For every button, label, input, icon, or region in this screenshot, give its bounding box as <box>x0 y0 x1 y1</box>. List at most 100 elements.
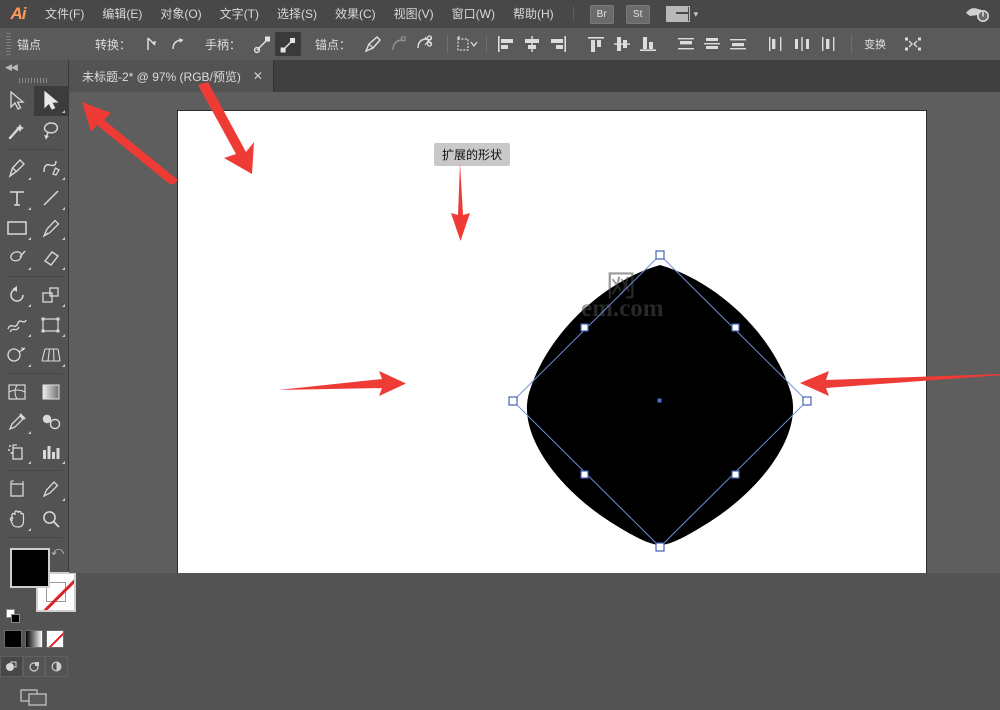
distribute-top-icon[interactable] <box>673 32 699 56</box>
eyedropper-tool[interactable] <box>0 407 34 437</box>
default-fill-stroke-icon[interactable] <box>6 609 21 624</box>
bridge-button[interactable]: Br <box>589 4 614 24</box>
draw-normal-icon[interactable] <box>0 656 23 677</box>
mesh-tool[interactable] <box>0 377 34 407</box>
shape-builder-tool[interactable] <box>0 340 34 370</box>
menu-select[interactable]: 选择(S) <box>268 0 326 28</box>
zoom-tool[interactable] <box>34 504 68 534</box>
align-right-icon[interactable] <box>545 32 571 56</box>
canvas-area[interactable]: 网 em.com 扩展的形状 <box>69 92 1000 573</box>
slice-tool[interactable] <box>34 474 68 504</box>
type-tool[interactable] <box>0 183 34 213</box>
tool-more-indicator <box>28 237 31 240</box>
change-screen-mode-icon[interactable] <box>19 687 49 710</box>
hide-handles-icon[interactable] <box>275 32 302 56</box>
menu-view[interactable]: 视图(V) <box>385 0 443 28</box>
align-bottom-icon[interactable] <box>635 32 661 56</box>
menu-help[interactable]: 帮助(H) <box>504 0 563 28</box>
paintbrush-tool[interactable] <box>34 213 68 243</box>
tools-panel-grip[interactable] <box>0 74 68 86</box>
anchor-bottom <box>655 542 665 552</box>
control-divider-3 <box>851 35 853 53</box>
convert-to-corner-icon[interactable] <box>139 32 165 56</box>
rotate-tool[interactable] <box>0 280 34 310</box>
menu-window[interactable]: 窗口(W) <box>443 0 504 28</box>
close-icon[interactable]: ✕ <box>253 69 263 83</box>
draw-inside-icon[interactable] <box>45 656 69 677</box>
selection-tool[interactable] <box>0 86 34 116</box>
lasso-tool[interactable] <box>34 116 68 146</box>
artboard[interactable]: 网 em.com 扩展的形状 <box>177 110 1000 573</box>
free-transform-tool[interactable] <box>34 310 68 340</box>
align-vertical-center-icon[interactable] <box>609 32 635 56</box>
center-point <box>657 398 662 403</box>
menu-edit[interactable]: 编辑(E) <box>93 0 151 28</box>
transform-button[interactable]: 变换 <box>858 32 892 56</box>
pen-tool[interactable] <box>0 153 34 183</box>
selected-shape-group[interactable]: 网 em.com <box>508 250 812 552</box>
curvature-tool[interactable] <box>34 153 68 183</box>
perspective-grid-tool[interactable] <box>34 340 68 370</box>
distribute-bottom-icon[interactable] <box>725 32 751 56</box>
remove-anchor-icon[interactable] <box>359 32 385 56</box>
distribute-horizontal-center-icon[interactable] <box>789 32 815 56</box>
tool-more-indicator <box>62 207 65 210</box>
convert-label: 转换： <box>95 37 132 52</box>
handles-group <box>249 32 302 56</box>
workspace-switcher[interactable]: ▾ <box>665 6 698 22</box>
menu-object[interactable]: 对象(O) <box>151 0 210 28</box>
align-top-icon[interactable] <box>583 32 609 56</box>
isolate-selected-icon[interactable] <box>454 32 480 56</box>
stock-button[interactable]: St <box>625 4 650 24</box>
anchor-label: 锚点： <box>315 37 352 52</box>
cloud-sync-icon[interactable] <box>964 4 990 25</box>
magic-wand-tool[interactable] <box>0 116 34 146</box>
width-tool[interactable] <box>0 310 34 340</box>
anchor-top-left <box>580 323 589 332</box>
swap-fill-stroke-icon[interactable]: ⤺ <box>51 544 64 559</box>
rectangle-tool[interactable] <box>0 213 34 243</box>
color-mode-group <box>0 630 68 648</box>
reshape-icon[interactable] <box>900 32 926 56</box>
menu-file[interactable]: 文件(F) <box>36 0 93 28</box>
gradient-icon[interactable] <box>25 630 43 648</box>
default-fill <box>11 614 20 623</box>
show-handles-icon[interactable] <box>249 32 275 56</box>
hand-tool[interactable] <box>0 504 34 534</box>
menu-type[interactable]: 文字(T) <box>211 0 268 28</box>
connect-anchor-icon[interactable] <box>385 32 411 56</box>
align-left-icon[interactable] <box>493 32 519 56</box>
distribute-right-icon[interactable] <box>815 32 841 56</box>
control-bar-grip[interactable] <box>6 33 11 55</box>
draw-behind-icon[interactable] <box>22 656 46 677</box>
column-graph-tool[interactable] <box>34 437 68 467</box>
tool-row-pen <box>0 153 68 183</box>
menu-bar: Ai 文件(F) 编辑(E) 对象(O) 文字(T) 选择(S) 效果(C) 视… <box>0 0 1000 29</box>
line-segment-tool[interactable] <box>34 183 68 213</box>
scale-tool[interactable] <box>34 280 68 310</box>
artboard-tool[interactable] <box>0 474 34 504</box>
align-horizontal-center-icon[interactable] <box>519 32 545 56</box>
symbol-sprayer-tool[interactable] <box>0 437 34 467</box>
collapse-panel-icon[interactable]: ◀◀ <box>0 60 68 74</box>
none-icon[interactable] <box>46 630 64 648</box>
blob-brush-tool[interactable] <box>0 243 34 273</box>
distribute-left-icon[interactable] <box>763 32 789 56</box>
color-solid-icon[interactable] <box>4 630 22 648</box>
convert-to-smooth-icon[interactable] <box>165 32 191 56</box>
tool-row-symbol <box>0 437 68 467</box>
align-horizontal-group <box>493 32 571 56</box>
tool-row-warp <box>0 310 68 340</box>
direct-selection-tool[interactable] <box>34 86 68 116</box>
cut-path-icon[interactable] <box>411 32 437 56</box>
menu-effect[interactable]: 效果(C) <box>326 0 385 28</box>
document-tab[interactable]: 未标题-2* @ 97% (RGB/预览) ✕ <box>68 60 274 92</box>
control-bar: 锚点 转换： 手柄： 锚点： 变换 <box>0 28 1000 61</box>
anchor-top-right <box>731 323 740 332</box>
distribute-vertical-center-icon[interactable] <box>699 32 725 56</box>
gradient-tool[interactable] <box>34 377 68 407</box>
blend-tool[interactable] <box>34 407 68 437</box>
eraser-tool[interactable] <box>34 243 68 273</box>
fill-swatch[interactable] <box>10 548 50 588</box>
tool-more-indicator <box>62 177 65 180</box>
